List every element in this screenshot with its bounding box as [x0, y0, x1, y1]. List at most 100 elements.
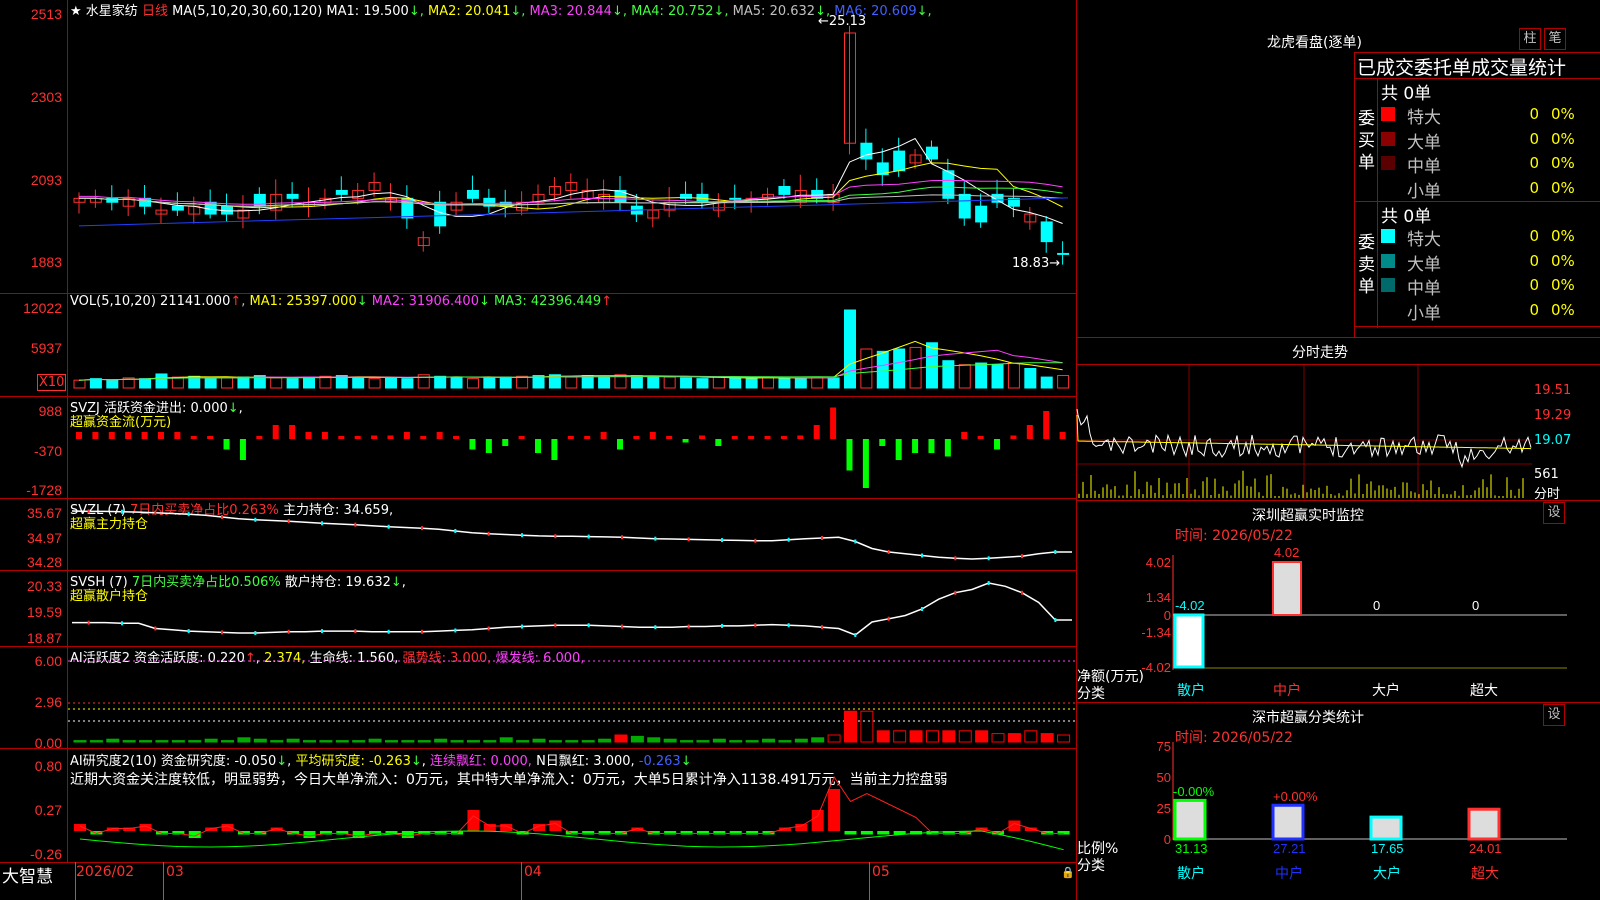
volume-chart[interactable] — [68, 306, 1076, 396]
vol-axis-label: 12022 — [23, 300, 62, 316]
research-bar — [811, 810, 824, 831]
bar-view-button[interactable]: 柱 — [1519, 28, 1541, 50]
activity-bar — [712, 738, 726, 743]
intraday-axis-label: 19.51 — [1534, 383, 1572, 398]
volume-bar — [630, 375, 643, 389]
svzj-bar — [371, 435, 378, 439]
vol-unit-badge: X10 — [37, 374, 67, 391]
svzj-bar — [977, 436, 984, 439]
order-count: 0 — [1529, 276, 1539, 294]
candle — [466, 189, 479, 199]
cls-stats-chart[interactable]: 75 50 25 0 31.13 散户 27.21 中户 17.65 大户 24.01 超大 -0.00… — [1077, 739, 1600, 900]
cls-axis-label: 0 — [1164, 832, 1171, 847]
tick-mark — [787, 623, 790, 628]
price-axis-label: 2303 — [30, 89, 62, 105]
lock-icon[interactable]: 🔒 — [1061, 866, 1075, 879]
tick-mark — [1054, 549, 1057, 554]
activity-bar — [466, 740, 480, 743]
activity-bar — [122, 740, 136, 743]
research-bar — [401, 831, 414, 838]
volume-bar — [745, 378, 758, 389]
order-count: 0 — [1529, 129, 1539, 148]
activity-bar — [548, 740, 562, 743]
svzj-bar — [797, 435, 804, 439]
volume-bar — [466, 378, 479, 389]
tick-mark — [187, 629, 190, 634]
order-size-label: 特大 — [1407, 108, 1441, 128]
volume-bar — [171, 376, 184, 389]
svzj-axis-label: -370 — [33, 443, 62, 459]
sz-axis-label: 4.02 — [1146, 555, 1171, 570]
chart-area[interactable]: ★ 水星家纺 日线 MA(5,10,20,30,60,120) MA1: 19.… — [0, 0, 1077, 900]
activity-bar — [368, 738, 382, 743]
svzj-axis-label: -1728 — [26, 482, 62, 498]
volume-bar — [270, 377, 283, 389]
volume-bar — [303, 376, 316, 389]
color-swatch — [1381, 156, 1395, 170]
cls-axis-label: 25 — [1157, 801, 1171, 816]
activity-bar — [89, 740, 103, 743]
volume-bar — [843, 309, 856, 389]
cls-category-label: 大户 — [1373, 865, 1401, 882]
volume-bar — [1057, 375, 1070, 389]
svzj-bar — [125, 432, 132, 439]
order-percent: 0% — [1551, 227, 1575, 245]
candle — [434, 201, 447, 227]
svzj-bar — [76, 432, 82, 439]
ai-research-axis-label: 0.80 — [34, 758, 62, 774]
activity-bar — [499, 737, 513, 743]
candle — [171, 205, 184, 211]
ai-research-chart[interactable] — [68, 749, 1076, 861]
intraday-title: 分时走势 — [1292, 345, 1348, 361]
activity-bar — [221, 740, 235, 743]
sz-bar — [1272, 561, 1302, 616]
candlestick-chart[interactable] — [68, 14, 1076, 292]
activity-bar — [762, 738, 776, 743]
volume-bar — [450, 376, 463, 389]
candle — [811, 189, 824, 199]
cls-value-label: 24.01 — [1469, 841, 1502, 856]
volume-bar — [778, 377, 791, 389]
tick-mark — [354, 522, 357, 527]
cls-category-label: 中户 — [1275, 865, 1303, 882]
tick-view-button[interactable]: 笔 — [1544, 28, 1566, 50]
volume-bar — [991, 364, 1004, 389]
research-bar — [877, 831, 890, 835]
tick-mark — [1054, 618, 1057, 623]
order-count: 0 — [1529, 227, 1539, 245]
order-size-label: 小单 — [1407, 303, 1441, 324]
order-count: 0 — [1529, 251, 1539, 270]
svzj-bar — [453, 436, 460, 439]
tick-mark — [87, 620, 90, 625]
sz-monitor-chart[interactable]: 4.02 1.34 0 -1.34 -4.02 -4.02 4.02 0 0 散户 中户 大户 超大 — [1077, 540, 1600, 705]
candle — [925, 146, 938, 160]
price-axis-label: 1883 — [30, 254, 62, 270]
activity-bar — [106, 738, 120, 743]
date-tick: 05 — [872, 864, 890, 880]
activity-bar — [1040, 733, 1054, 743]
tick-mark — [321, 629, 323, 634]
order-percent: 0% — [1551, 129, 1575, 148]
tick-mark — [354, 629, 357, 634]
activity-bar — [647, 737, 661, 743]
sell-orders-label: 委卖单 — [1358, 233, 1375, 297]
svzj-chart[interactable] — [68, 397, 1076, 497]
volume-bar — [368, 378, 381, 389]
svzj-bar — [141, 432, 148, 439]
svsh-chart[interactable] — [68, 571, 1076, 645]
intraday-chart[interactable] — [1076, 365, 1532, 499]
order-row: 中单 0 0% — [1381, 152, 1600, 177]
tick-mark — [254, 517, 257, 522]
volume-bar — [598, 375, 611, 389]
activity-bar — [827, 734, 841, 743]
sz-settings-button[interactable]: 设 — [1543, 502, 1565, 524]
ai-active-chart[interactable] — [68, 647, 1076, 747]
tick-mark — [421, 629, 423, 634]
svzl-chart[interactable] — [68, 499, 1076, 569]
cls-settings-button[interactable]: 设 — [1543, 704, 1565, 726]
cls-change-label: +0.00% — [1273, 789, 1318, 804]
svzj-bar — [174, 432, 181, 439]
order-size-label: 中单 — [1407, 157, 1441, 177]
activity-bar — [1057, 734, 1071, 743]
order-percent: 0% — [1551, 251, 1575, 270]
